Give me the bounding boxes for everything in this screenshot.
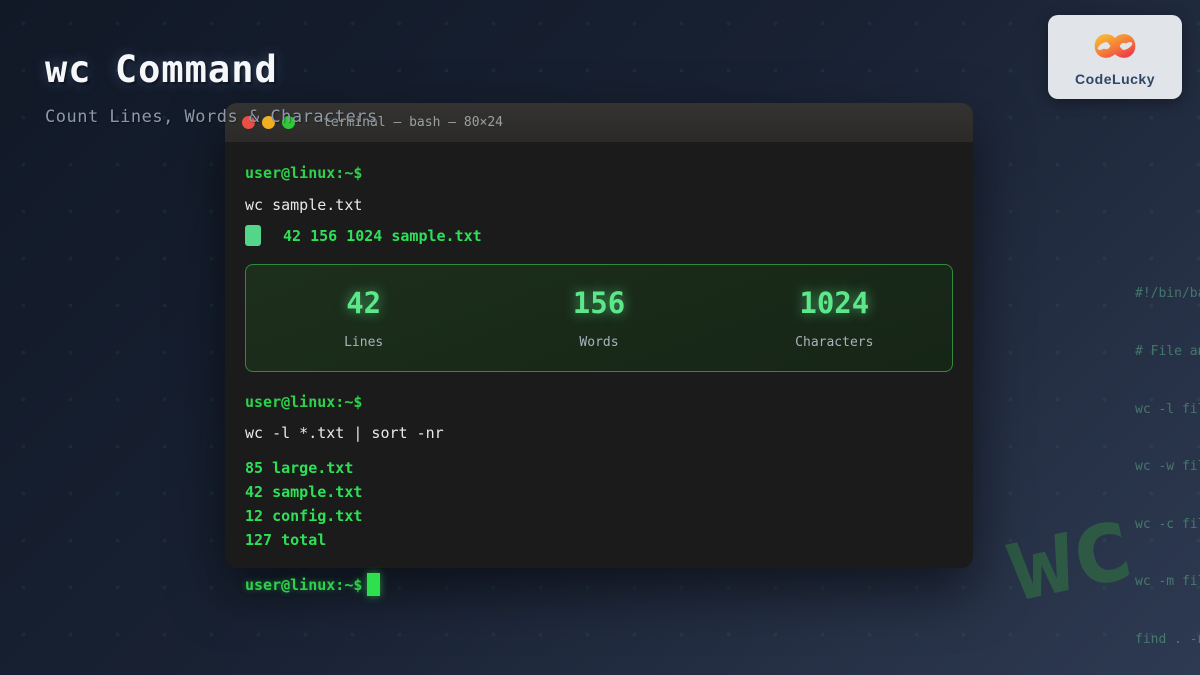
header: wc Command Count Lines, Words & Characte… [45,48,378,127]
file-icon [245,225,261,246]
output-line: 42 156 1024 sample.txt [245,225,953,246]
terminal-cursor [367,573,380,596]
page-title: wc Command [45,48,378,91]
stat-label: Words [481,335,716,350]
terminal-window: terminal — bash — 80×24 user@linux:~$ wc… [225,103,973,568]
background-code-snippet: #!/bin/ba # File an wc -l fil wc -w fil … [1135,246,1200,675]
stat-lines: 42 Lines [246,286,481,350]
code-line: wc -w fil [1135,457,1200,476]
output-text: 42 156 1024 sample.txt [283,227,482,245]
prompt-line: user@linux:~$ [245,393,953,411]
command-line: wc -l *.txt | sort -nr [245,424,953,442]
stat-value: 156 [481,286,716,320]
code-line: wc -c fil [1135,515,1200,534]
page-subtitle: Count Lines, Words & Characters [45,107,378,127]
output-line: 12 config.txt [245,507,953,525]
stat-value: 42 [246,286,481,320]
code-line: wc -m fil [1135,572,1200,591]
command-line: wc sample.txt [245,196,953,214]
stat-label: Characters [717,335,952,350]
active-prompt[interactable]: user@linux:~$ [245,573,380,596]
brand-card: CodeLucky [1048,15,1182,99]
stat-label: Lines [246,335,481,350]
stat-characters: 1024 Characters [717,286,952,350]
prompt-line: user@linux:~$ [245,164,953,182]
stat-words: 156 Words [481,286,716,350]
output-line: 85 large.txt [245,459,953,477]
stats-box: 42 Lines 156 Words 1024 Characters [245,264,953,372]
infinity-icon [1083,27,1147,69]
code-line: wc -l fil [1135,400,1200,419]
terminal-body[interactable]: user@linux:~$ wc sample.txt 42 156 1024 … [225,164,973,549]
wc-watermark: wc [997,481,1142,626]
code-line: find . -n [1135,630,1200,649]
brand-name: CodeLucky [1075,71,1155,87]
output-line: 127 total [245,531,953,549]
code-line: #!/bin/ba [1135,284,1200,303]
code-line: # File an [1135,342,1200,361]
stat-value: 1024 [717,286,952,320]
prompt-text: user@linux:~$ [245,576,362,594]
output-line: 42 sample.txt [245,483,953,501]
